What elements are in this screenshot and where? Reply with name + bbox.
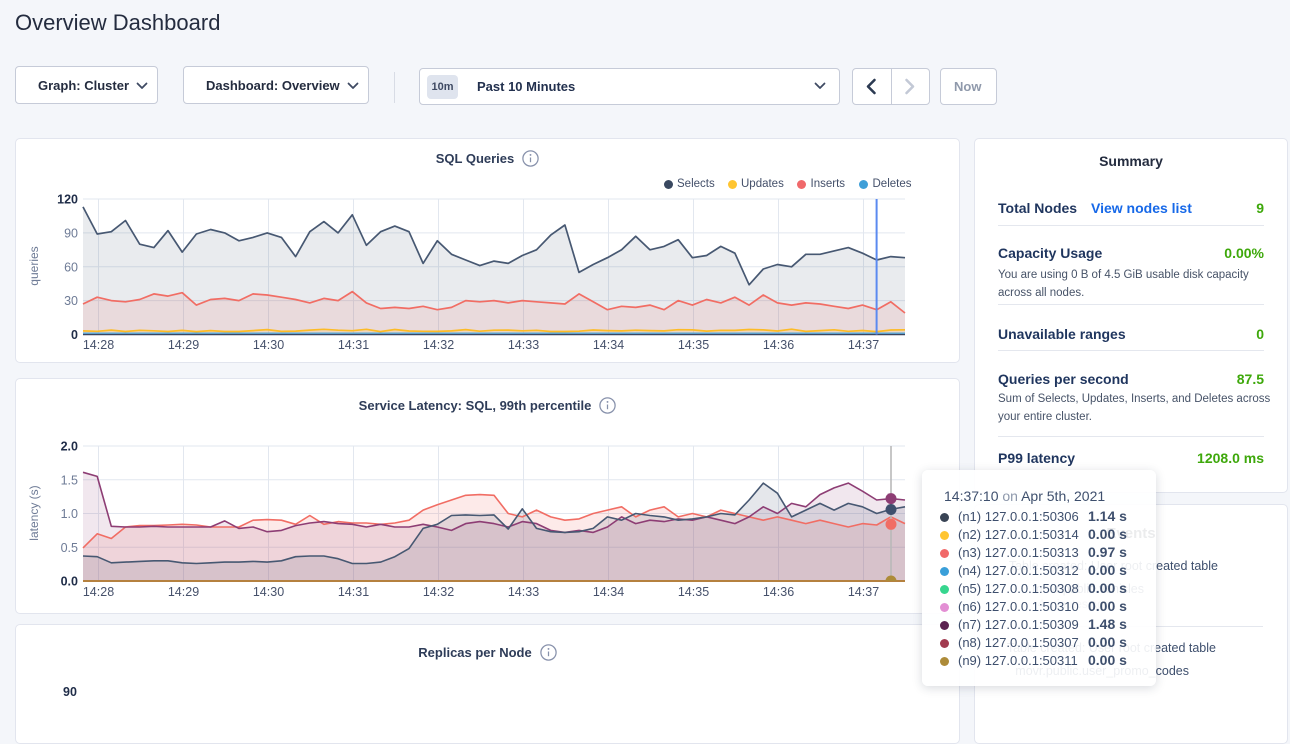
- svg-text:1.0: 1.0: [61, 507, 78, 521]
- svg-text:14:33: 14:33: [508, 585, 539, 599]
- svg-text:14:32: 14:32: [423, 585, 454, 599]
- svg-text:14:35: 14:35: [678, 585, 709, 599]
- svg-text:1.5: 1.5: [61, 473, 78, 487]
- svg-text:14:28: 14:28: [83, 585, 114, 599]
- svg-text:14:29: 14:29: [168, 585, 199, 599]
- svg-text:latency (s): latency (s): [27, 485, 41, 540]
- svg-text:14:30: 14:30: [253, 585, 284, 599]
- svg-text:14:34: 14:34: [593, 585, 624, 599]
- svg-text:14:31: 14:31: [338, 585, 369, 599]
- svg-text:0.5: 0.5: [61, 541, 78, 555]
- svg-text:14:36: 14:36: [763, 585, 794, 599]
- svg-text:14:37: 14:37: [848, 585, 879, 599]
- svg-text:2.0: 2.0: [61, 440, 78, 454]
- svg-text:0.0: 0.0: [61, 575, 78, 589]
